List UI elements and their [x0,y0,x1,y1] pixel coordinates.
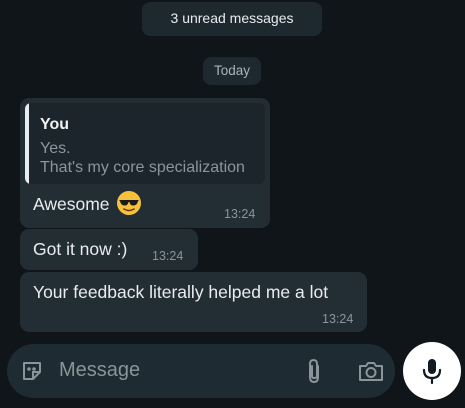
message-bubble[interactable]: You Yes. That's my core specialization A… [20,98,270,228]
unread-messages-banner: 3 unread messages [142,2,322,36]
message-input[interactable]: Message [59,359,140,382]
mic-icon [421,357,443,385]
date-divider: Today [203,57,261,85]
message-time: 13:24 [322,312,354,326]
message-composer[interactable]: Message [7,344,395,398]
attach-icon[interactable] [301,357,327,385]
mic-button[interactable] [403,342,461,400]
message-text: Your feedback literally helped me a lot [33,282,329,302]
quote-author: You [40,116,70,133]
camera-icon[interactable] [357,358,385,384]
sunglasses-emoji-icon [116,190,142,221]
sticker-icon[interactable] [19,358,45,384]
quote-text-line: Yes. [40,140,71,157]
message-text: Got it now :) [33,239,128,259]
message-bubble[interactable]: Your feedback literally helped me a lot … [20,272,367,332]
quoted-message[interactable]: You Yes. That's my core specialization [25,103,265,184]
message-time: 13:24 [224,207,256,221]
quote-accent-bar [25,103,29,184]
quote-text-line: That's my core specialization [40,159,245,176]
message-bubble[interactable]: Got it now :) 13:24 [20,229,198,270]
message-row: Awesome [33,190,142,221]
message-text: Awesome [33,194,110,215]
message-time: 13:24 [152,249,184,263]
